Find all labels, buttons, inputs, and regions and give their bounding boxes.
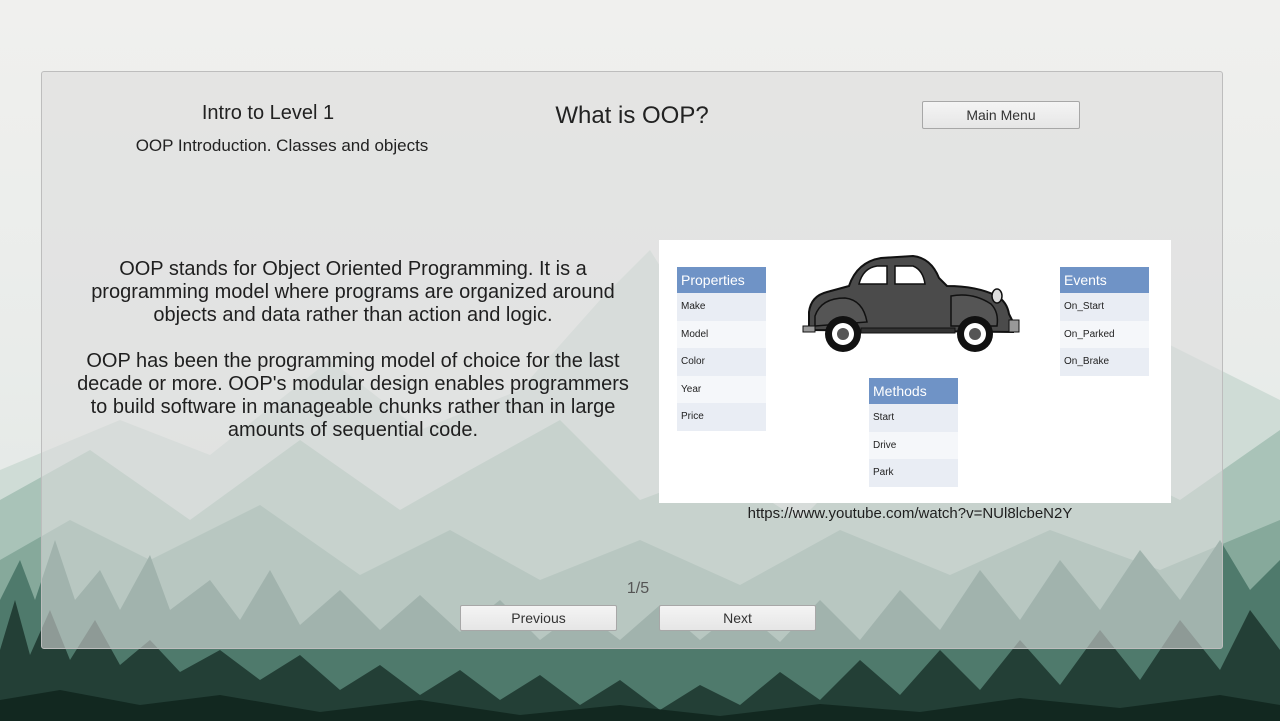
property-item: Year	[677, 375, 766, 404]
method-item: Drive	[869, 431, 958, 460]
video-link[interactable]: https://www.youtube.com/watch?v=NUl8lcbe…	[700, 505, 1120, 522]
oop-car-diagram: Properties Make Model Color Year Price M…	[659, 240, 1171, 503]
lesson-body-text: OOP stands for Object Oriented Programmi…	[70, 258, 636, 465]
method-item: Start	[869, 404, 958, 432]
property-item: Price	[677, 403, 766, 431]
event-item: On_Parked	[1060, 320, 1149, 349]
properties-header: Properties	[677, 267, 766, 293]
previous-button[interactable]: Previous	[460, 605, 617, 631]
methods-group: Methods Start Drive Park	[869, 378, 958, 487]
level-title: Intro to Level 1	[201, 102, 335, 124]
page-counter: 1/5	[626, 580, 650, 597]
main-menu-button[interactable]: Main Menu	[922, 101, 1080, 129]
events-header: Events	[1060, 267, 1149, 293]
lesson-title: OOP Introduction. Classes and objects	[135, 136, 429, 155]
method-item: Park	[869, 459, 958, 487]
page-title: What is OOP?	[555, 102, 709, 129]
event-item: On_Start	[1060, 293, 1149, 321]
properties-group: Properties Make Model Color Year Price	[677, 267, 766, 431]
app-window: Intro to Level 1 OOP Introduction. Class…	[0, 0, 1280, 721]
property-item: Make	[677, 293, 766, 321]
next-button[interactable]: Next	[659, 605, 816, 631]
property-item: Color	[677, 348, 766, 376]
methods-header: Methods	[869, 378, 958, 404]
paragraph-oop-benefits: OOP has been the programming model of ch…	[77, 350, 629, 441]
events-group: Events On_Start On_Parked On_Brake	[1060, 267, 1149, 376]
paragraph-oop-definition: OOP stands for Object Oriented Programmi…	[91, 258, 615, 326]
car-icon	[802, 254, 1020, 352]
event-item: On_Brake	[1060, 348, 1149, 376]
property-item: Model	[677, 320, 766, 349]
